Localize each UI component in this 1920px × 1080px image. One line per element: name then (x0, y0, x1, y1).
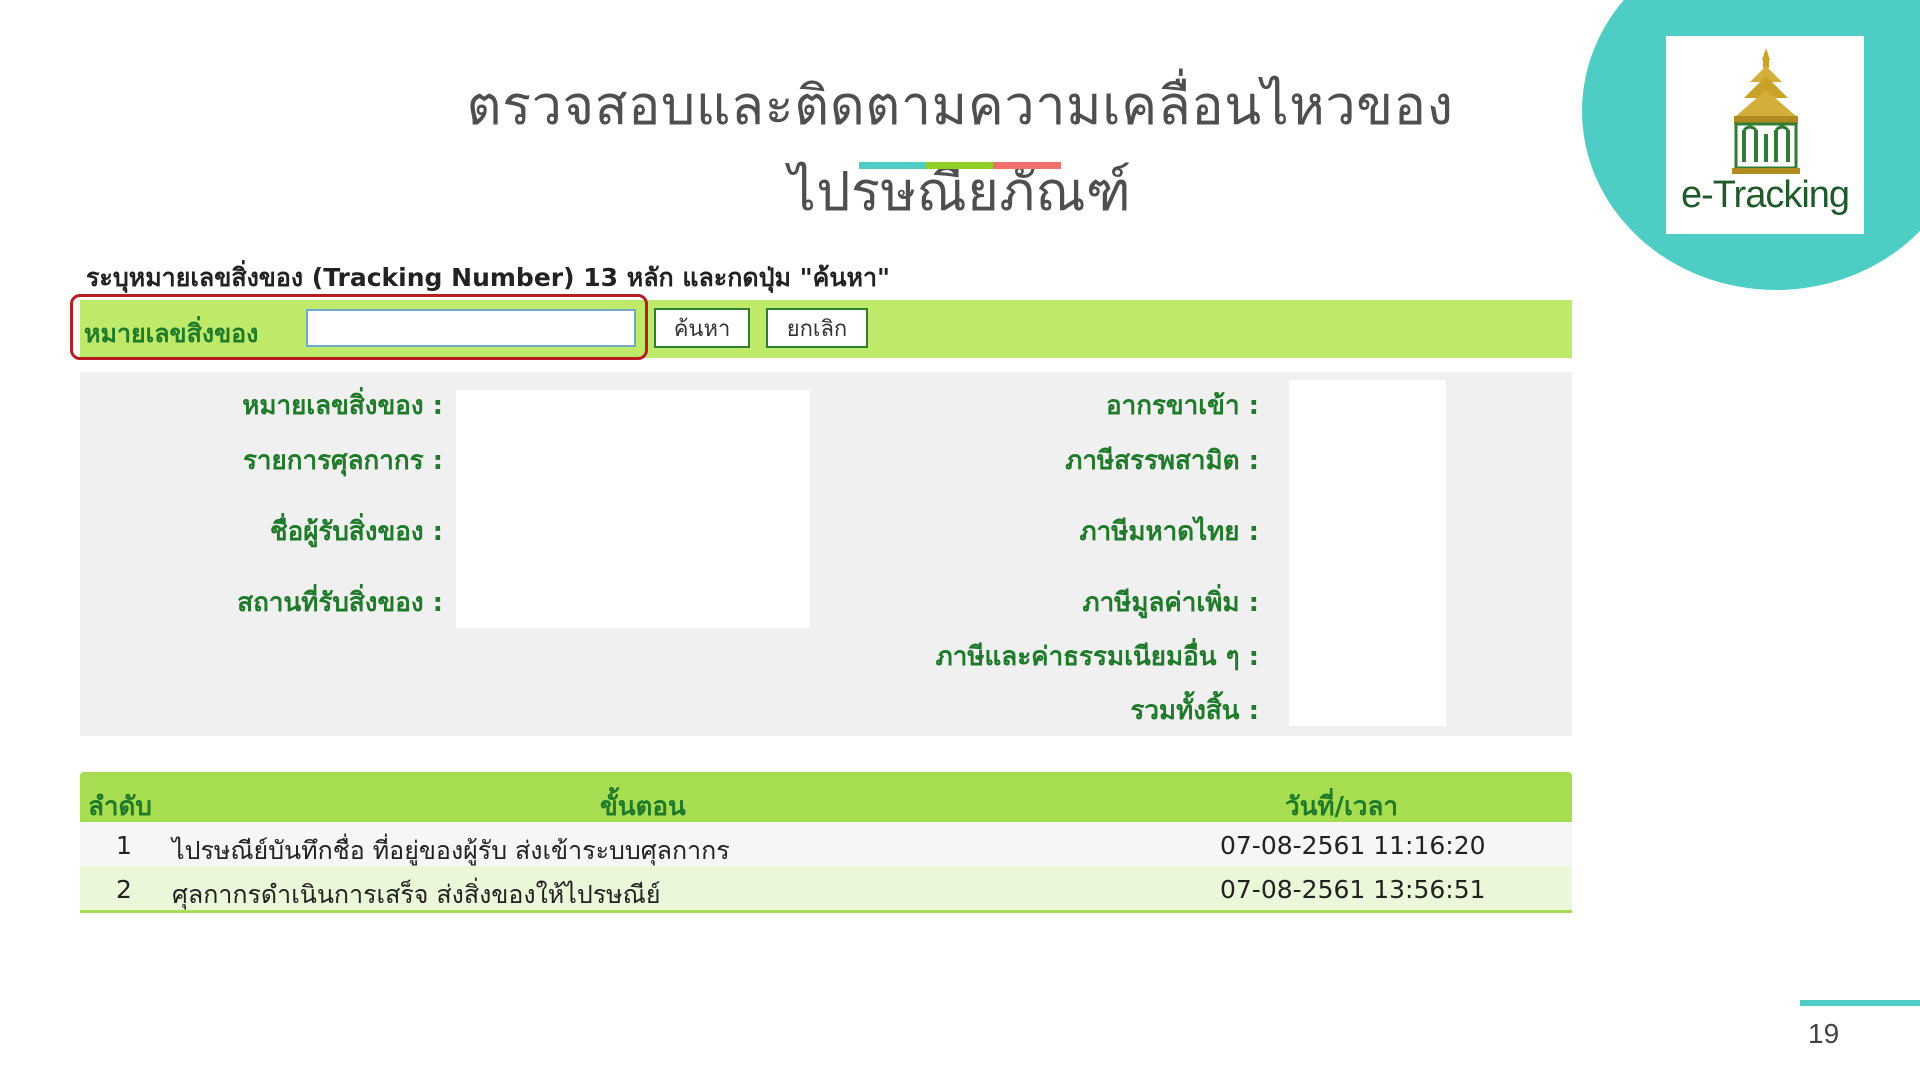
label-customs-item: รายการศุลกากร : (242, 446, 443, 476)
search-button[interactable]: ค้นหา (654, 308, 750, 348)
table-row: 1 ไปรษณีย์บันทึกชื่อ ที่อยู่ของผู้รับ ส่… (80, 822, 1572, 866)
column-header-step: ขั้นตอน (600, 792, 686, 822)
row-datetime: 07-08-2561 13:56:51 (1220, 875, 1486, 904)
royal-emblem-icon (1732, 48, 1800, 174)
input-highlight-box (70, 294, 648, 360)
label-import-duty: อากรขาเข้า : (1105, 391, 1259, 421)
page-number-line (1800, 1000, 1920, 1006)
page-number: 19 (1808, 1018, 1840, 1049)
shipment-info-values (456, 390, 810, 628)
label-tracking-number: หมายเลขสิ่งของ : (242, 391, 443, 421)
column-header-datetime: วันที่/เวลา (1285, 792, 1399, 822)
tracking-timeline-table: ลำดับ ขั้นตอน วันที่/เวลา 1 ไปรษณีย์บันท… (80, 772, 1572, 913)
label-recipient-name: ชื่อผู้รับสิ่งของ : (269, 517, 443, 547)
cancel-button[interactable]: ยกเลิก (766, 308, 868, 348)
logo-text: e-Tracking (1680, 174, 1850, 216)
row-step: ศุลกากรดำเนินการเสร็จ ส่งสิ่งของให้ไปรษณ… (172, 880, 661, 909)
label-interior-tax: ภาษีมหาดไทย : (1079, 517, 1259, 547)
title-underline-green (925, 162, 993, 169)
title-underline-teal (859, 162, 925, 169)
label-pickup-location: สถานที่รับสิ่งของ : (237, 588, 443, 618)
title-underline-coral (993, 162, 1061, 169)
label-other-fees: ภาษีและค่าธรรมเนียมอื่น ๆ : (935, 642, 1259, 672)
search-instruction: ระบุหมายเลขสิ่งของ (Tracking Number) 13 … (86, 263, 891, 292)
column-header-seq: ลำดับ (88, 792, 152, 822)
tax-values (1289, 380, 1446, 726)
page-title: ตรวจสอบและติดตามความเคลื่อนไหวของไปรษณีย… (466, 76, 1454, 222)
label-vat: ภาษีมูลค่าเพิ่ม : (1082, 588, 1259, 618)
row-seq: 2 (116, 875, 132, 904)
table-row: 2 ศุลกากรดำเนินการเสร็จ ส่งสิ่งของให้ไปร… (80, 866, 1572, 913)
row-step: ไปรษณีย์บันทึกชื่อ ที่อยู่ของผู้รับ ส่งเ… (172, 836, 730, 865)
table-header: ลำดับ ขั้นตอน วันที่/เวลา (80, 772, 1572, 822)
etracking-logo: e-Tracking (1666, 36, 1864, 234)
row-seq: 1 (116, 831, 132, 860)
label-excise-tax: ภาษีสรรพสามิต : (1065, 446, 1259, 476)
row-datetime: 07-08-2561 11:16:20 (1220, 831, 1486, 860)
label-total: รวมทั้งสิ้น : (1130, 696, 1259, 726)
